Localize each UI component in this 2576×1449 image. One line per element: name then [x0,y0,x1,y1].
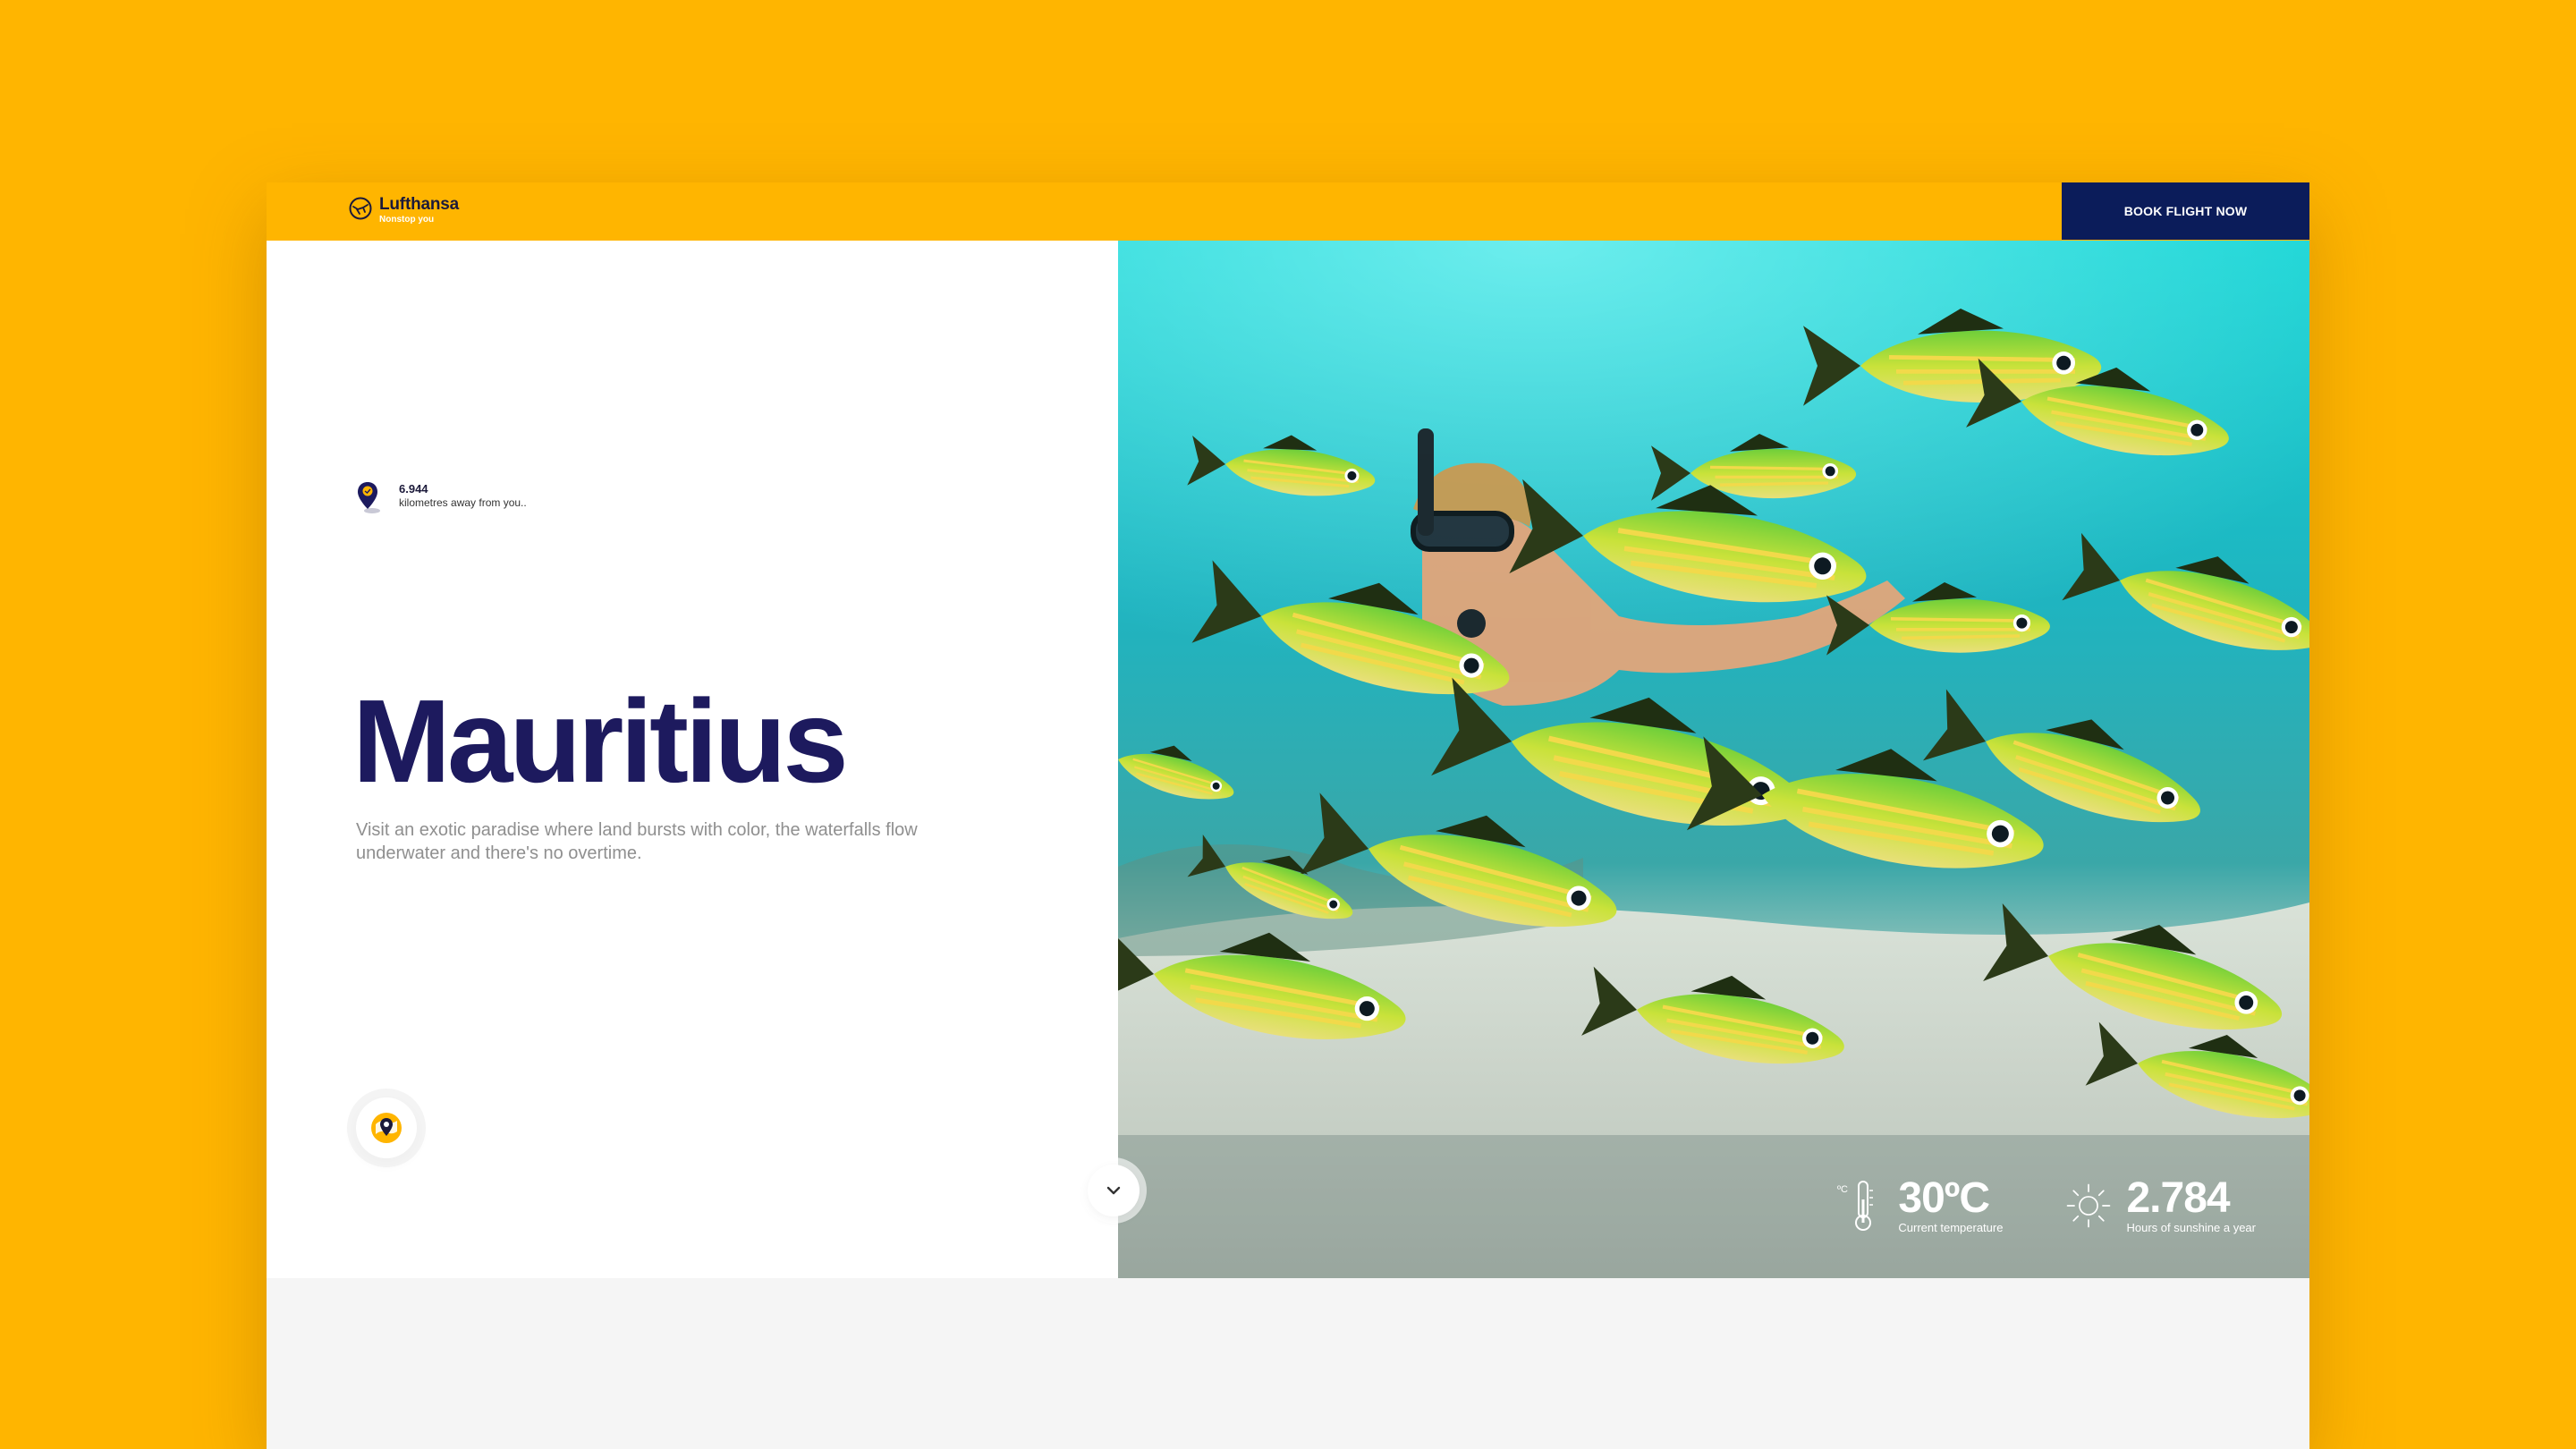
sunshine-label: Hours of sunshine a year [2126,1221,2256,1234]
landing-page: Lufthansa Nonstop you BOOK FLIGHT NOW 6.… [267,182,2309,1449]
crane-logo-icon [349,197,372,220]
content-panel: 6.944 kilometres away from you.. Mauriti… [267,241,1118,1278]
temperature-label: Current temperature [1898,1221,2004,1234]
book-flight-button[interactable]: BOOK FLIGHT NOW [2062,182,2309,240]
underwater-illustration [1118,241,2309,1278]
thermometer-icon: ºC [1837,1181,1874,1231]
logo-text: Lufthansa Nonstop you [379,195,459,225]
top-navigation-bar: Lufthansa Nonstop you BOOK FLIGHT NOW [267,182,2309,241]
hero-photo-snorkeler-with-fish: ºC 30ºC Current temperature 2.784 Hours … [1118,241,2309,1278]
sunshine-stat: 2.784 Hours of sunshine a year [2065,1176,2256,1235]
sun-icon [2067,1183,2111,1228]
location-pin-icon [358,482,380,513]
distance-label: kilometres away from you.. [399,496,527,509]
map-location-button[interactable] [356,1097,417,1158]
sunshine-value: 2.784 [2126,1174,2230,1222]
distance-indicator: 6.944 kilometres away from you.. [356,480,527,516]
lufthansa-logo[interactable]: Lufthansa Nonstop you [349,195,459,225]
temperature-value: 30ºC [1898,1174,1990,1222]
scroll-down-button[interactable] [1088,1165,1140,1216]
destination-description: Visit an exotic paradise where land burs… [356,820,918,863]
brand-tagline: Nonstop you [379,215,435,225]
chevron-down-icon [1106,1186,1121,1195]
brand-name: Lufthansa [379,195,459,214]
distance-value: 6.944 [399,482,428,496]
temperature-stat: ºC 30ºC Current temperature [1837,1176,2003,1235]
weather-stats: ºC 30ºC Current temperature 2.784 Hours … [1837,1176,2256,1235]
temperature-text: 30ºC Current temperature [1898,1176,2003,1235]
celsius-unit-badge: ºC [1837,1184,1848,1195]
destination-title: Mauritius [352,675,849,807]
map-pin-icon [371,1113,402,1143]
sunshine-text: 2.784 Hours of sunshine a year [2126,1176,2256,1235]
distance-text: 6.944 kilometres away from you.. [399,480,527,510]
